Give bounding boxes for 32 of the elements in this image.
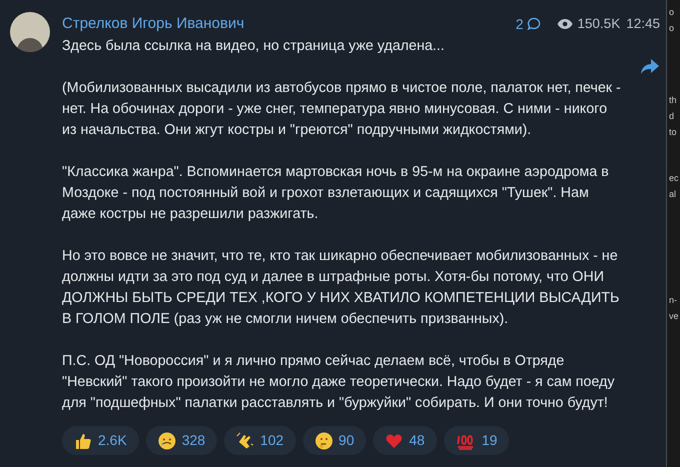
cut-off-text: n- <box>669 294 678 307</box>
post-paragraph: Но это вовсе не значит, что те, кто так шикарно обеспечивает мобилизованных - не должны идти за это под суд и далее в штрафные роты. Хотя-бы потому, что ОНИ ДОЛЖНЫ БЫТЬ СРЕДИ ТЕХ ,КОГО У НИХ ХВАТИЛО КОМПЕТЕНЦИИ ВЫСАДИТЬ В ГОЛОМ ПОЛЕ (раз уж не смогли ничем обеспечить призванных). <box>62 247 620 329</box>
cut-off-text: o <box>669 6 676 19</box>
post-paragraph: (Мобилизованных высадили из автобусов прямо в чистое поле, палаток нет, печек - нет. На обочинах дороги - уже снег, температура явно минусовая. С ними - никого из начальства. Они жгут костры и "греются" подручными жидкостями). <box>62 79 622 140</box>
reaction-button[interactable]: 48 <box>373 426 437 455</box>
heart-icon <box>385 432 404 450</box>
reaction-button[interactable]: 90 <box>302 426 366 455</box>
reaction-button[interactable]: 19 <box>444 426 510 455</box>
cut-off-text: to <box>669 126 678 139</box>
avatar[interactable] <box>10 12 50 52</box>
cut-off-text: th <box>669 94 678 107</box>
cut-off-text: o <box>669 22 676 35</box>
post-time: 12:45 <box>626 14 660 33</box>
cut-off-text: al <box>669 188 678 201</box>
reaction-button[interactable]: 328 <box>146 426 218 455</box>
post-paragraph: Здесь была ссылка на видео, но страница уже удалена... <box>62 37 446 56</box>
post-paragraph: П.С. ОД "Новороссия" и я лично прямо сейчас делаем всё, чтобы в Отряде "Невский" такого произойти не могло даже теоретически. Надо будет - я сам поеду для "подшефных" палатки расставлять и "буржуйки" собирать. И они точно будут! <box>62 352 616 413</box>
comment-icon[interactable] <box>527 17 542 31</box>
post-paragraph: "Классика жанра". Вспоминается мартовская ночь в 95-м на окраине аэродрома в Моздоке - под постоянный вой и грохот взлетающих и садящихся "Тушек". Нам даже костры не разрешили разжигать. <box>62 163 610 224</box>
thumbs-up-icon <box>74 432 92 450</box>
author-name[interactable]: Стрелков Игорь Иванович <box>62 12 244 36</box>
share-icon[interactable] <box>640 58 660 76</box>
reaction-button[interactable]: 102 <box>224 426 296 455</box>
cut-off-text: d <box>669 110 676 123</box>
comment-count: 2 <box>516 14 524 34</box>
eye-icon <box>557 18 574 30</box>
cut-off-text: ve <box>669 310 680 323</box>
cut-off-text: ec <box>669 172 680 185</box>
thinking-face-icon <box>314 432 333 450</box>
view-count: 150.5K <box>577 14 620 33</box>
reaction-button[interactable]: 2.6K <box>62 426 139 455</box>
crying-face-icon <box>158 432 176 450</box>
